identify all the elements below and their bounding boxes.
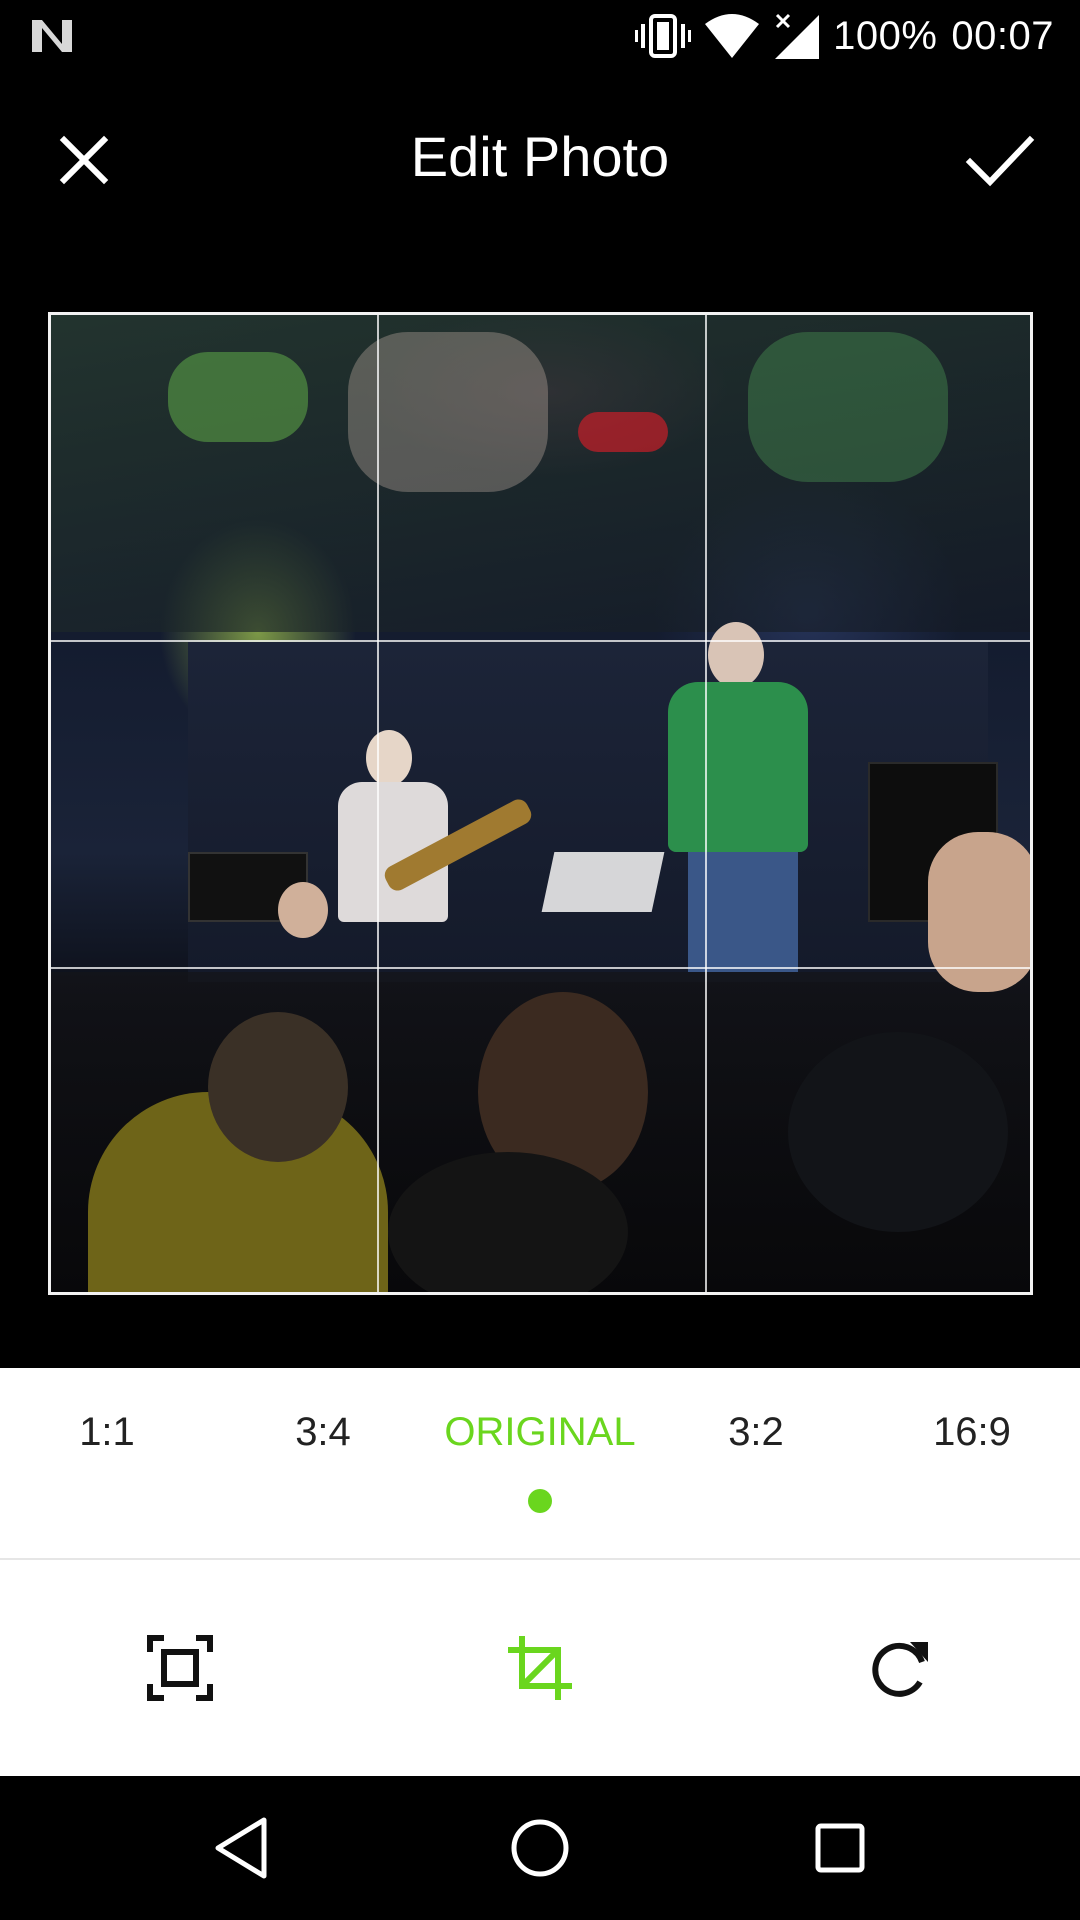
fit-frame-icon[interactable] [144,1632,216,1704]
page-title: Edit Photo [410,125,670,188]
toolbar: Edit Photo [0,72,1080,242]
seated-man-head [278,882,328,938]
status-icons: 100% 00:07 [635,10,1054,62]
crowd-person-right [928,832,1033,992]
aspect-ratio-bar: 1:1 3:4 ORIGINAL 3:2 16:9 [0,1368,1080,1558]
reflection-drum [578,412,668,452]
crowd-head [208,1012,348,1162]
rotate-icon[interactable] [864,1632,936,1704]
status-bar: 100% 00:07 [0,0,1080,72]
singer-jeans [688,852,798,972]
photo-canvas [0,242,1080,1368]
selected-ratio-indicator [528,1489,552,1513]
ratio-1-1[interactable]: 1:1 [7,1410,207,1455]
reflection-shape [168,352,308,442]
singer-head [708,622,764,688]
recents-icon[interactable] [804,1812,876,1884]
notification-n-icon [32,20,72,52]
battery-percentage: 100% [833,13,938,58]
crowd-head [788,1032,1008,1232]
check-icon[interactable] [964,128,1036,192]
music-stand [541,852,665,912]
wifi-icon [705,14,760,58]
home-icon[interactable] [504,1812,576,1884]
navigation-bar [0,1776,1080,1920]
concert-photo[interactable] [48,312,1033,1295]
reflection-shape [348,332,548,492]
crop-icon[interactable] [504,1632,576,1704]
singer-shirt [668,682,808,852]
cellular-no-data-icon [775,13,820,59]
edit-photo-screen: 100% 00:07 Edit Photo 1:1 3:4 ORIGINAL 3… [0,0,1080,1920]
back-icon[interactable] [204,1812,276,1884]
ratio-3-2[interactable]: 3:2 [656,1410,856,1455]
guitarist-head [366,730,412,786]
vibrate-icon [635,14,692,58]
reflection-shape [748,332,948,482]
ratio-3-4[interactable]: 3:4 [223,1410,423,1455]
ratio-16-9[interactable]: 16:9 [872,1410,1072,1455]
clock: 00:07 [951,13,1054,58]
tools-bar [0,1560,1080,1776]
ratio-original[interactable]: ORIGINAL [440,1410,640,1455]
